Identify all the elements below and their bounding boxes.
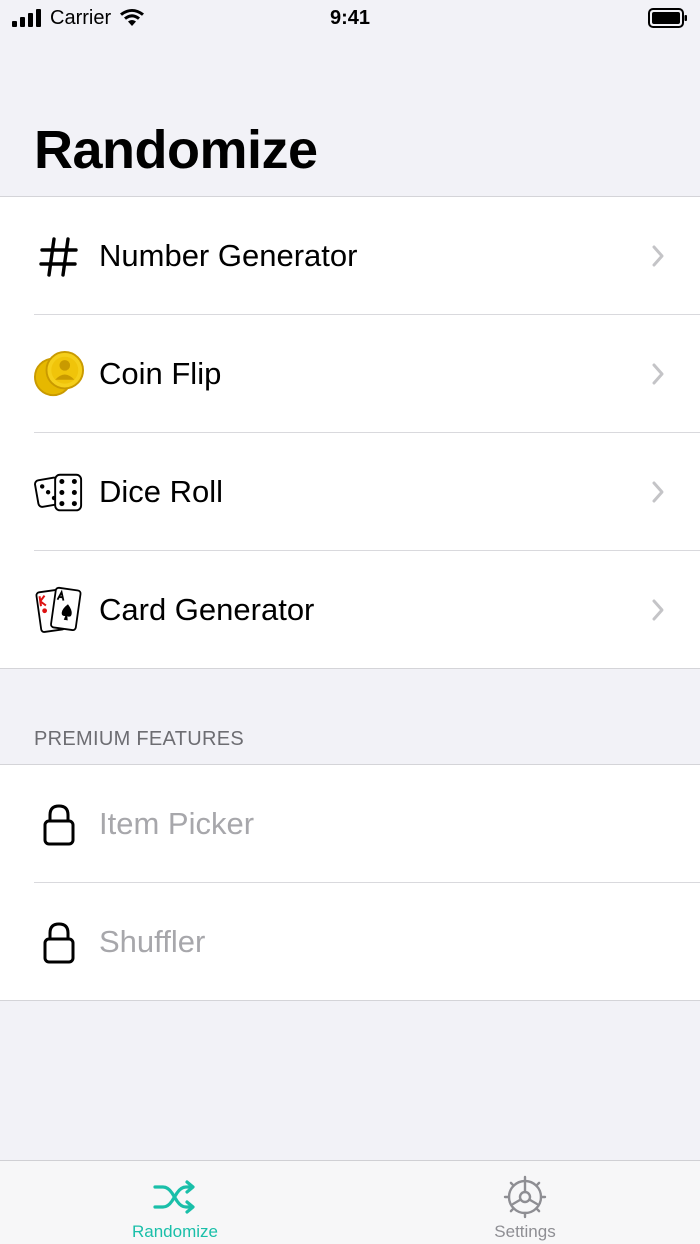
tab-label: Settings: [494, 1222, 556, 1241]
chevron-right-icon: [652, 481, 664, 503]
coin-icon: [34, 350, 84, 400]
cards-icon: [34, 586, 84, 636]
lock-icon: [34, 918, 84, 968]
gear-icon: [500, 1175, 550, 1219]
premium-list: Item Picker Shuffler: [0, 764, 700, 1001]
hash-icon: [34, 232, 84, 282]
menu-item-label: Shuffler: [99, 924, 206, 959]
menu-item-dice-roll[interactable]: Dice Roll: [0, 433, 700, 551]
tab-settings[interactable]: Settings: [350, 1161, 700, 1244]
premium-section-header: PREMIUM FEATURES: [34, 728, 244, 750]
page-title: Randomize: [34, 120, 318, 180]
menu-item-label: Dice Roll: [99, 474, 224, 509]
menu-item-number-generator[interactable]: Number Generator: [0, 197, 700, 315]
status-time: 9:41: [329, 7, 371, 29]
menu-item-shuffler[interactable]: Shuffler: [0, 883, 700, 1001]
lock-icon: [34, 800, 84, 850]
menu-item-label: Coin Flip: [99, 356, 222, 391]
menu-item-label: Card Generator: [99, 592, 315, 627]
chevron-right-icon: [652, 599, 664, 621]
tab-randomize[interactable]: Randomize: [0, 1161, 350, 1244]
chevron-right-icon: [652, 245, 664, 267]
tab-label: Randomize: [132, 1222, 218, 1241]
menu-item-card-generator[interactable]: Card Generator: [0, 551, 700, 669]
battery-icon: [648, 8, 688, 33]
status-bar: Carrier 9:41: [0, 0, 700, 40]
menu-item-label: Number Generator: [99, 238, 358, 273]
chevron-right-icon: [652, 363, 664, 385]
shuffle-icon: [150, 1175, 200, 1219]
tab-bar: Randomize Settings: [0, 1160, 700, 1244]
menu-item-label: Item Picker: [99, 806, 255, 841]
menu-item-item-picker[interactable]: Item Picker: [0, 765, 700, 883]
menu-list: Number Generator Coin Flip Dice Roll Car…: [0, 196, 700, 669]
menu-item-coin-flip[interactable]: Coin Flip: [0, 315, 700, 433]
dice-icon: [34, 468, 84, 518]
